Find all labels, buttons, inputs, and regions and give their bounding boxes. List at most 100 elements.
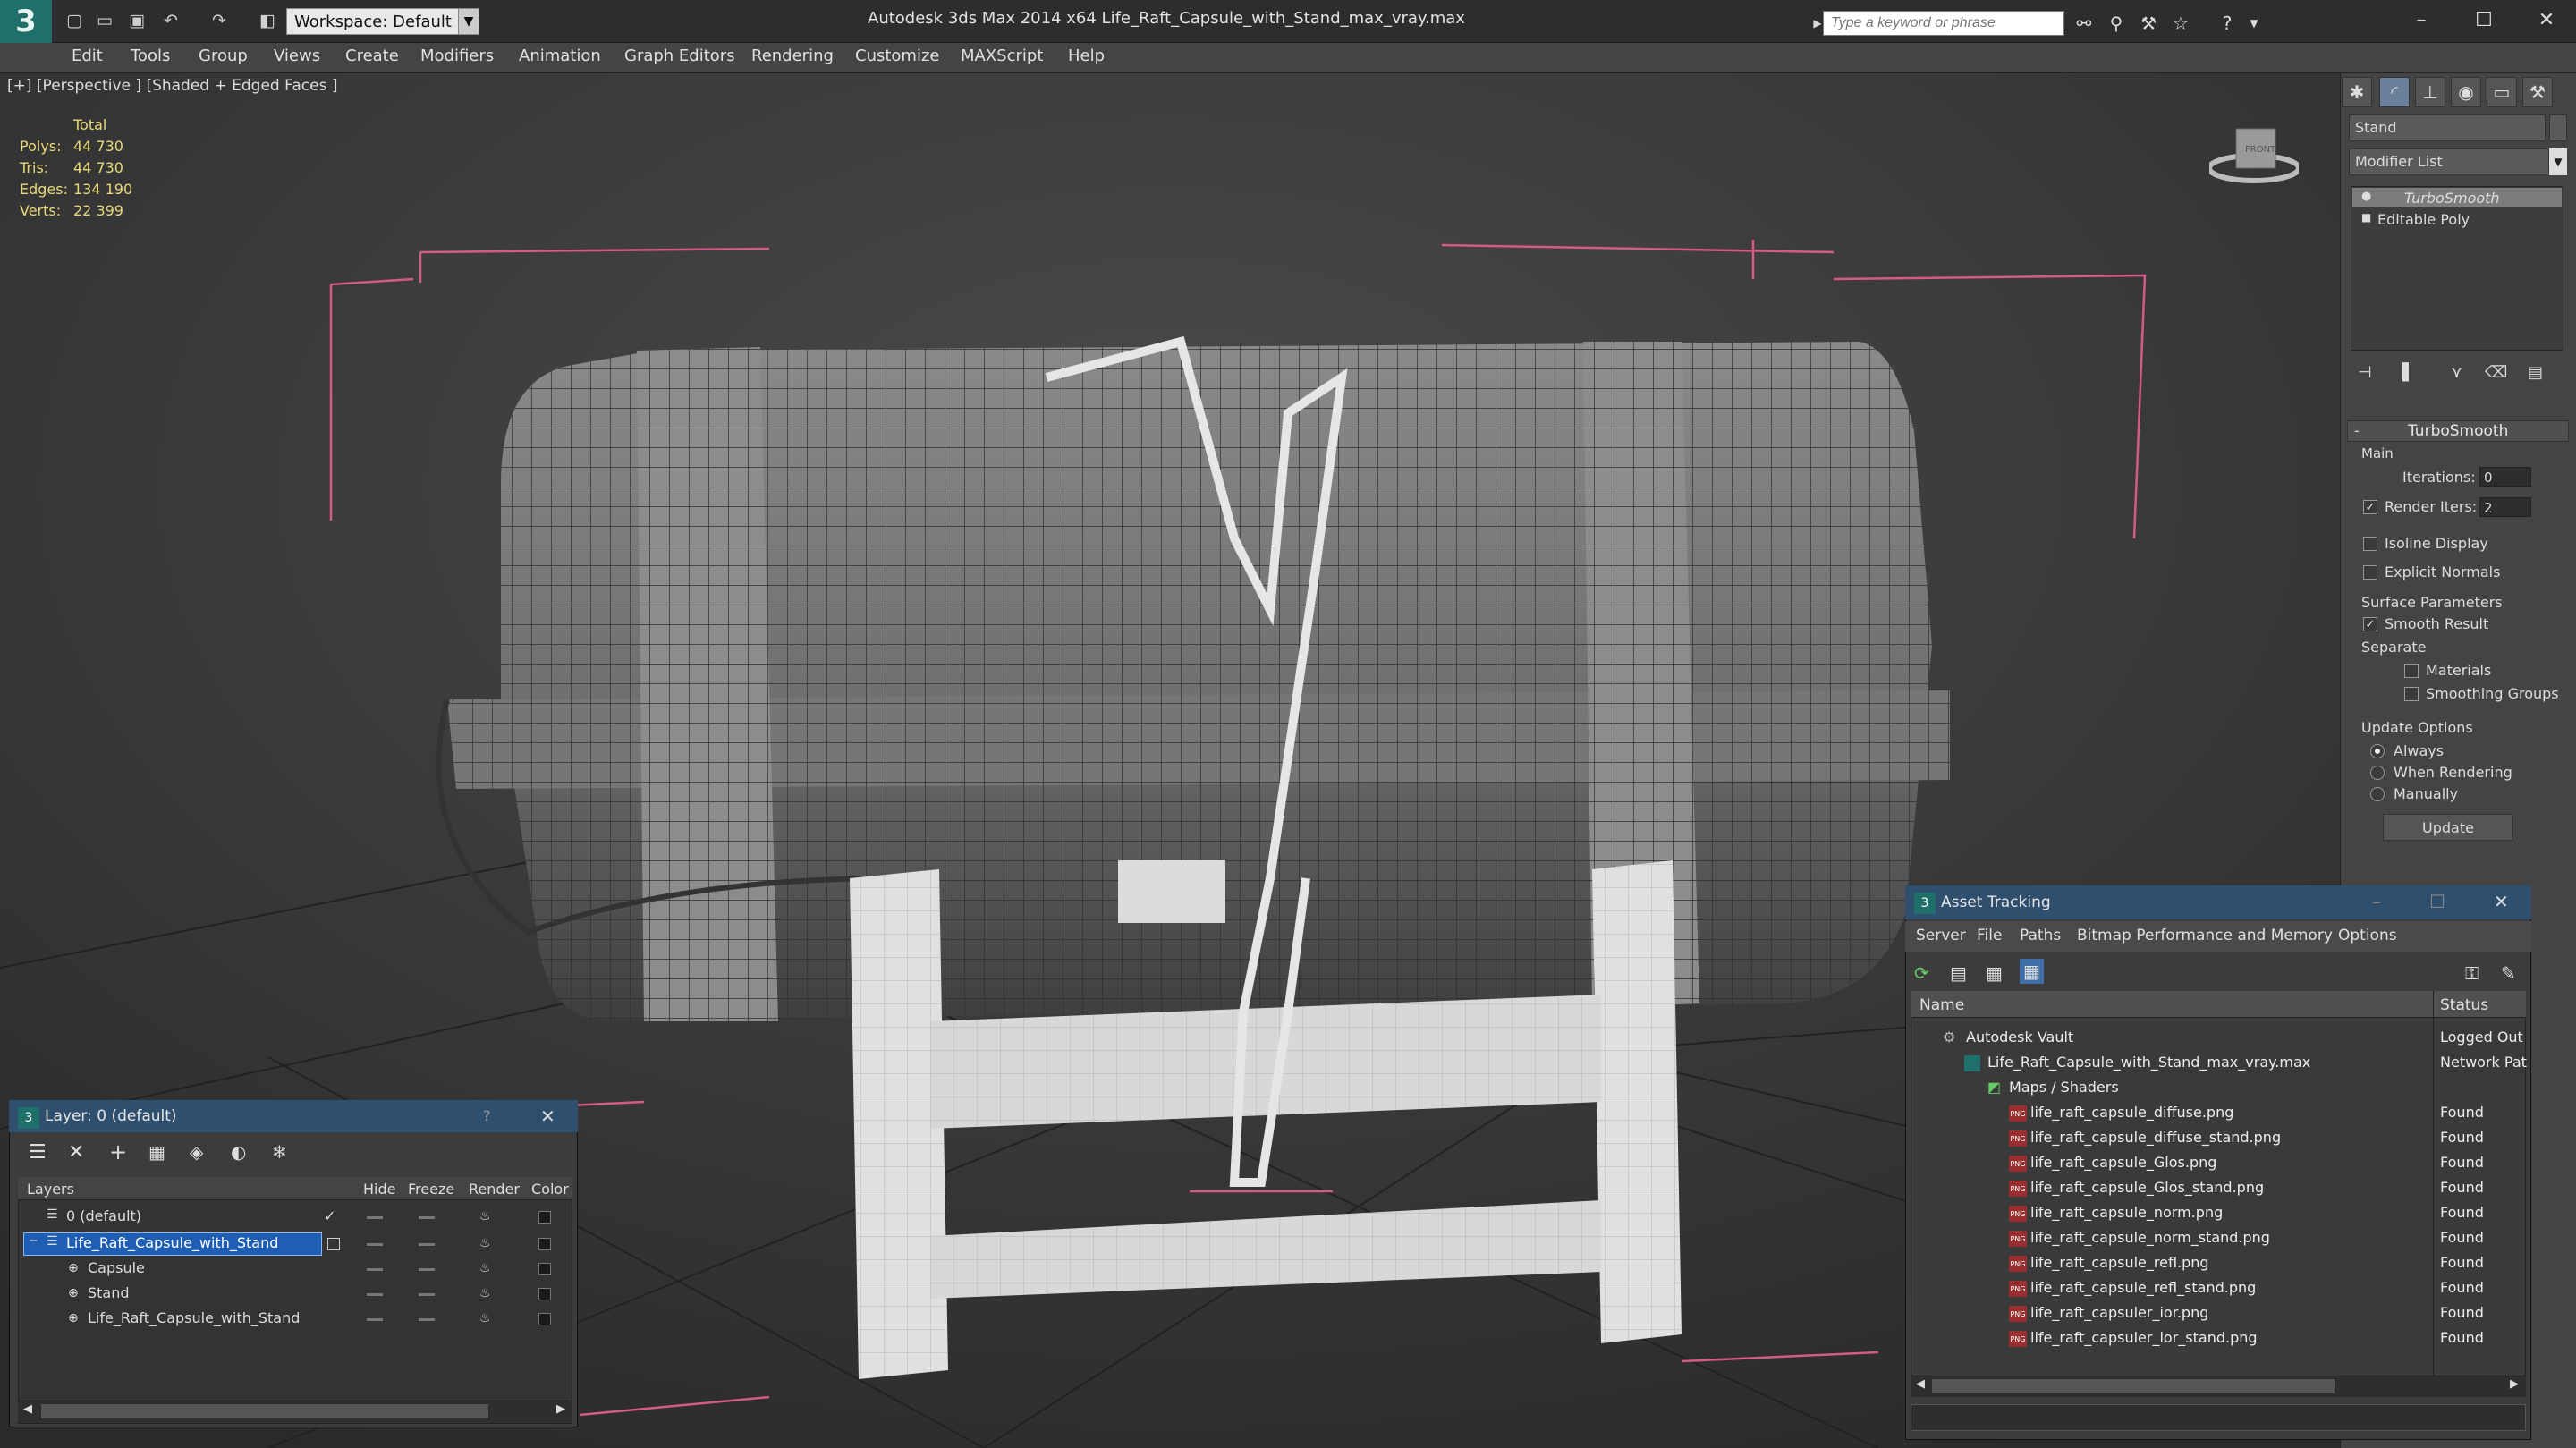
render-teapot-icon[interactable]: ♨ [479, 1236, 491, 1250]
layer-color-swatch[interactable] [538, 1238, 551, 1250]
asset-row-png[interactable]: life_raft_capsule_diffuse_stand.png [2030, 1129, 2281, 1146]
materials-checkbox[interactable] [2404, 664, 2419, 678]
col-color[interactable]: Color [531, 1181, 569, 1198]
list-view-icon[interactable]: ▤ [1950, 962, 1967, 984]
scroll-left-icon[interactable]: ◀ [1916, 1377, 1925, 1391]
asset-menu-server[interactable]: Server [1916, 927, 1966, 944]
layer-scroll-thumb[interactable] [41, 1404, 488, 1418]
set-active-box[interactable] [327, 1238, 340, 1250]
render-teapot-icon[interactable]: ♨ [479, 1209, 491, 1224]
scroll-left-icon[interactable]: ◀ [23, 1402, 32, 1416]
menu-tools[interactable]: Tools [131, 47, 170, 65]
minimize-icon[interactable]: – [2390, 0, 2453, 39]
asset-row-png[interactable]: life_raft_capsule_Glos_stand.png [2030, 1179, 2264, 1196]
save-icon[interactable]: ▣ [125, 9, 148, 32]
favorites-star-icon[interactable]: ☆ [2168, 11, 2193, 36]
layer-row-default[interactable]: 0 (default) [66, 1207, 141, 1224]
layer-color-swatch[interactable] [538, 1211, 551, 1224]
asset-maximize-icon[interactable]: ☐ [2429, 891, 2445, 912]
smoothing-groups-checkbox[interactable] [2404, 687, 2419, 701]
rollout-collapse-icon[interactable]: - [2354, 422, 2360, 439]
binoculars-icon[interactable]: ⚯ [2072, 11, 2097, 36]
asset-row-vault[interactable]: Autodesk Vault [1966, 1029, 2073, 1046]
render-teapot-icon[interactable]: ♨ [479, 1286, 491, 1300]
freeze-toggle[interactable] [419, 1216, 435, 1219]
asset-close-icon[interactable]: ✕ [2494, 891, 2509, 912]
communication-center-icon[interactable]: ⚲ [2104, 11, 2129, 36]
create-tab-icon[interactable]: ✱ [2342, 77, 2372, 107]
layer-color-swatch[interactable] [538, 1288, 551, 1300]
asset-menu-paths[interactable]: Paths [2020, 927, 2061, 944]
new-file-icon[interactable]: ▢ [63, 9, 86, 32]
render-teapot-icon[interactable]: ♨ [479, 1261, 491, 1275]
menu-rendering[interactable]: Rendering [751, 47, 834, 65]
scroll-right-icon[interactable]: ▶ [556, 1402, 565, 1416]
hide-toggle[interactable] [367, 1243, 383, 1246]
modifier-list-dropdown[interactable]: Modifier List [2349, 148, 2549, 175]
layer-row-life-raft-object[interactable]: Life_Raft_Capsule_with_Stand [88, 1309, 300, 1326]
utilities-tab-icon[interactable]: ⚒ [2522, 77, 2553, 107]
active-layer-check-icon[interactable]: ✓ [324, 1207, 335, 1224]
menu-group[interactable]: Group [199, 47, 248, 65]
explicit-normals-checkbox[interactable] [2363, 565, 2377, 580]
menu-maxscript[interactable]: MAXScript [961, 47, 1043, 65]
asset-row-png[interactable]: life_raft_capsule_diffuse.png [2030, 1104, 2233, 1121]
asset-row-max-file[interactable]: Life_Raft_Capsule_with_Stand_max_vray.ma… [1987, 1054, 2310, 1071]
stack-item-editable-poly[interactable]: Editable Poly [2377, 211, 2470, 228]
modify-tab-icon[interactable]: ◜ [2379, 77, 2410, 107]
subscription-icon[interactable]: ⚒ [2136, 11, 2161, 36]
hide-toggle[interactable] [367, 1268, 383, 1271]
motion-tab-icon[interactable]: ◉ [2451, 77, 2481, 107]
asset-path-field[interactable] [1911, 1404, 2526, 1431]
close-icon[interactable]: ✕ [2515, 0, 2576, 39]
app-logo-icon[interactable]: 3 [0, 0, 52, 43]
col-freeze[interactable]: Freeze [408, 1181, 454, 1198]
asset-scroll-thumb[interactable] [1932, 1379, 2334, 1393]
asset-row-png[interactable]: life_raft_capsule_Glos.png [2030, 1154, 2216, 1171]
asset-menu-options[interactable]: Options [2338, 927, 2397, 944]
layer-help-icon[interactable]: ? [483, 1107, 491, 1124]
redo-icon[interactable]: ↷ [208, 9, 231, 32]
thumbnail-view-icon[interactable]: ▦ [1986, 962, 2003, 984]
vault-login-icon[interactable]: ⚿ [2465, 962, 2479, 984]
table-view-icon[interactable]: ▦ [2020, 959, 2044, 984]
isoline-checkbox[interactable] [2363, 537, 2377, 551]
undo-icon[interactable]: ↶ [159, 9, 182, 32]
layer-color-swatch[interactable] [538, 1263, 551, 1275]
menu-create[interactable]: Create [345, 47, 399, 65]
asset-row-png[interactable]: life_raft_capsuler_ior_stand.png [2030, 1329, 2258, 1346]
smooth-result-checkbox[interactable]: ✓ [2363, 617, 2377, 631]
menu-animation[interactable]: Animation [519, 47, 601, 65]
hierarchy-tab-icon[interactable]: ⊥ [2415, 77, 2445, 107]
iterations-spinner[interactable]: 0 [2479, 467, 2531, 487]
asset-row-png[interactable]: life_raft_capsule_refl_stand.png [2030, 1279, 2256, 1296]
make-unique-icon[interactable]: ⋎ [2451, 363, 2462, 382]
freeze-toggle[interactable] [419, 1293, 435, 1296]
object-color-swatch[interactable] [2549, 114, 2567, 141]
hide-toggle[interactable] [367, 1293, 383, 1296]
always-radio[interactable] [2370, 744, 2385, 758]
pin-stack-icon[interactable]: ⊣ [2358, 363, 2372, 382]
asset-menu-bitmap[interactable]: Bitmap Performance and Memory [2077, 927, 2333, 944]
delete-layer-icon[interactable]: ✕ [68, 1141, 84, 1164]
workspace-dropdown-arrow-icon[interactable]: ▼ [458, 8, 479, 35]
asset-menu-file[interactable]: File [1977, 927, 2002, 944]
hide-toggle[interactable] [367, 1318, 383, 1321]
viewport-label[interactable]: [+] [Perspective ] [Shaded + Edged Faces… [7, 77, 337, 95]
when-rendering-radio[interactable] [2370, 766, 2385, 780]
workspace-dropdown[interactable]: Workspace: Default [286, 8, 462, 35]
search-input[interactable] [1823, 11, 2064, 36]
render-iters-checkbox[interactable]: ✓ [2363, 500, 2377, 514]
col-layers[interactable]: Layers [27, 1181, 74, 1198]
expand-layer-icon[interactable]: − [29, 1234, 38, 1248]
asset-row-png[interactable]: life_raft_capsule_norm_stand.png [2030, 1229, 2270, 1246]
object-name-field[interactable]: Stand [2349, 114, 2546, 141]
help-dropdown-icon[interactable]: ▼ [2241, 11, 2267, 36]
modifier-list-arrow-icon[interactable]: ▼ [2549, 148, 2567, 175]
col-hide[interactable]: Hide [363, 1181, 395, 1198]
layer-row-stand[interactable]: Stand [88, 1284, 130, 1301]
asset-minimize-icon[interactable]: – [2372, 891, 2381, 912]
asset-row-maps[interactable]: Maps / Shaders [2009, 1079, 2119, 1096]
asset-row-png[interactable]: life_raft_capsule_norm.png [2030, 1204, 2223, 1221]
col-status[interactable]: Status [2440, 996, 2488, 1014]
